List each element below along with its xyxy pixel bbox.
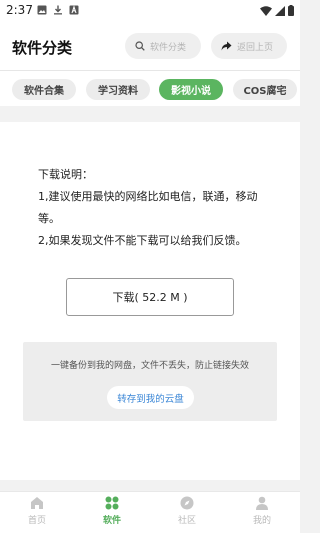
person-icon bbox=[256, 496, 268, 510]
status-time: 2:37 bbox=[6, 3, 33, 17]
share-arrow-icon bbox=[221, 41, 232, 51]
nav-label: 我的 bbox=[252, 516, 271, 526]
wifi-icon bbox=[260, 5, 272, 16]
instructions-heading: 下载说明： bbox=[38, 168, 93, 181]
nav-label: 社区 bbox=[177, 516, 196, 526]
backup-box: 一键备份到我的网盘，文件不丢失，防止链接失效 转存到我的云盘 bbox=[23, 342, 277, 421]
tab-software-collection[interactable]: 软件合集 bbox=[12, 79, 76, 100]
image-icon bbox=[37, 5, 47, 15]
download-card: 下载说明： 1,建议使用最快的网络比如电信，联通，移动等。 2,如果发现文件不能… bbox=[0, 122, 300, 480]
backup-text: 一键备份到我的网盘，文件不丢失，防止链接失效 bbox=[50, 361, 249, 371]
page-title: 软件分类 bbox=[12, 39, 73, 57]
back-pill-label: 返回上页 bbox=[237, 42, 274, 53]
instructions-line-2: 2,如果发现文件不能下载可以给我们反馈。 bbox=[38, 234, 247, 247]
signal-icon bbox=[275, 5, 285, 16]
nav-label: 首页 bbox=[27, 516, 46, 526]
back-pill[interactable]: 返回上页 bbox=[211, 33, 287, 59]
tab-label: COS腐宅 bbox=[243, 86, 287, 97]
download-button[interactable]: 下载( 52.2 M ) bbox=[66, 278, 234, 316]
search-icon bbox=[135, 41, 145, 51]
text-a-icon bbox=[69, 5, 79, 15]
instructions-line-1: 1,建议使用最快的网络比如电信，联通，移动等。 bbox=[38, 190, 258, 225]
search-pill-label: 软件分类 bbox=[150, 42, 187, 53]
search-pill[interactable]: 软件分类 bbox=[125, 33, 201, 59]
download-icon bbox=[54, 5, 62, 15]
status-icons-left bbox=[37, 5, 79, 15]
nav-community[interactable]: 社区 bbox=[162, 496, 212, 532]
tab-label: 软件合集 bbox=[24, 86, 64, 97]
tab-cos[interactable]: COS腐宅 bbox=[233, 79, 297, 100]
nav-software[interactable]: 软件 bbox=[87, 496, 137, 532]
nav-mine[interactable]: 我的 bbox=[237, 496, 287, 532]
home-icon bbox=[31, 497, 43, 509]
save-to-cloud-button[interactable]: 转存到我的云盘 bbox=[107, 386, 194, 409]
nav-home[interactable]: 首页 bbox=[12, 496, 62, 532]
tab-study-materials[interactable]: 学习资料 bbox=[86, 79, 150, 100]
status-bar: 2:37 bbox=[0, 0, 300, 22]
category-tabs: 软件合集 学习资料 影视小说 COS腐宅 bbox=[0, 70, 300, 106]
tab-label: 影视小说 bbox=[171, 86, 211, 97]
battery-icon bbox=[288, 5, 294, 16]
bottom-nav: 首页 软件 社区 我的 bbox=[0, 491, 300, 533]
header: 软件分类 软件分类 返回上页 bbox=[0, 22, 300, 70]
tab-film-novel[interactable]: 影视小说 bbox=[159, 79, 223, 100]
status-icons-right bbox=[260, 5, 294, 16]
compass-icon bbox=[180, 496, 194, 510]
tab-label: 学习资料 bbox=[98, 86, 138, 97]
nav-label: 软件 bbox=[102, 516, 121, 526]
download-instructions: 下载说明： 1,建议使用最快的网络比如电信，联通，移动等。 2,如果发现文件不能… bbox=[38, 164, 278, 252]
grid-icon bbox=[105, 496, 119, 510]
